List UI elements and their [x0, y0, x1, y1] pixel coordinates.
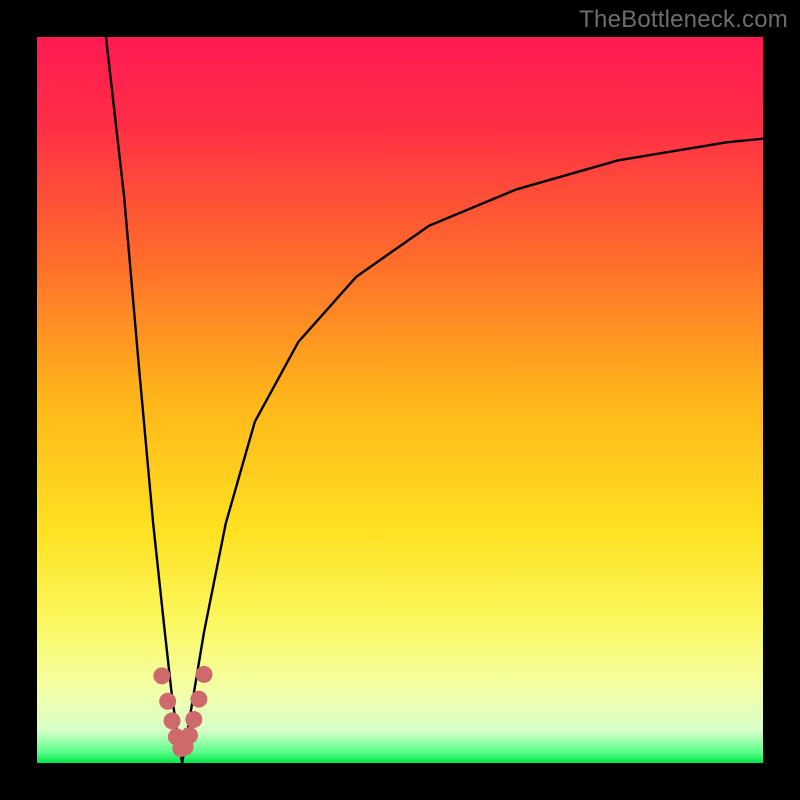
bottleneck-curve — [106, 37, 763, 763]
watermark-text: TheBottleneck.com — [579, 6, 788, 34]
sample-markers — [153, 666, 212, 757]
plot-area — [37, 37, 763, 763]
chart-canvas — [37, 37, 763, 763]
outer-frame: TheBottleneck.com — [0, 0, 800, 800]
